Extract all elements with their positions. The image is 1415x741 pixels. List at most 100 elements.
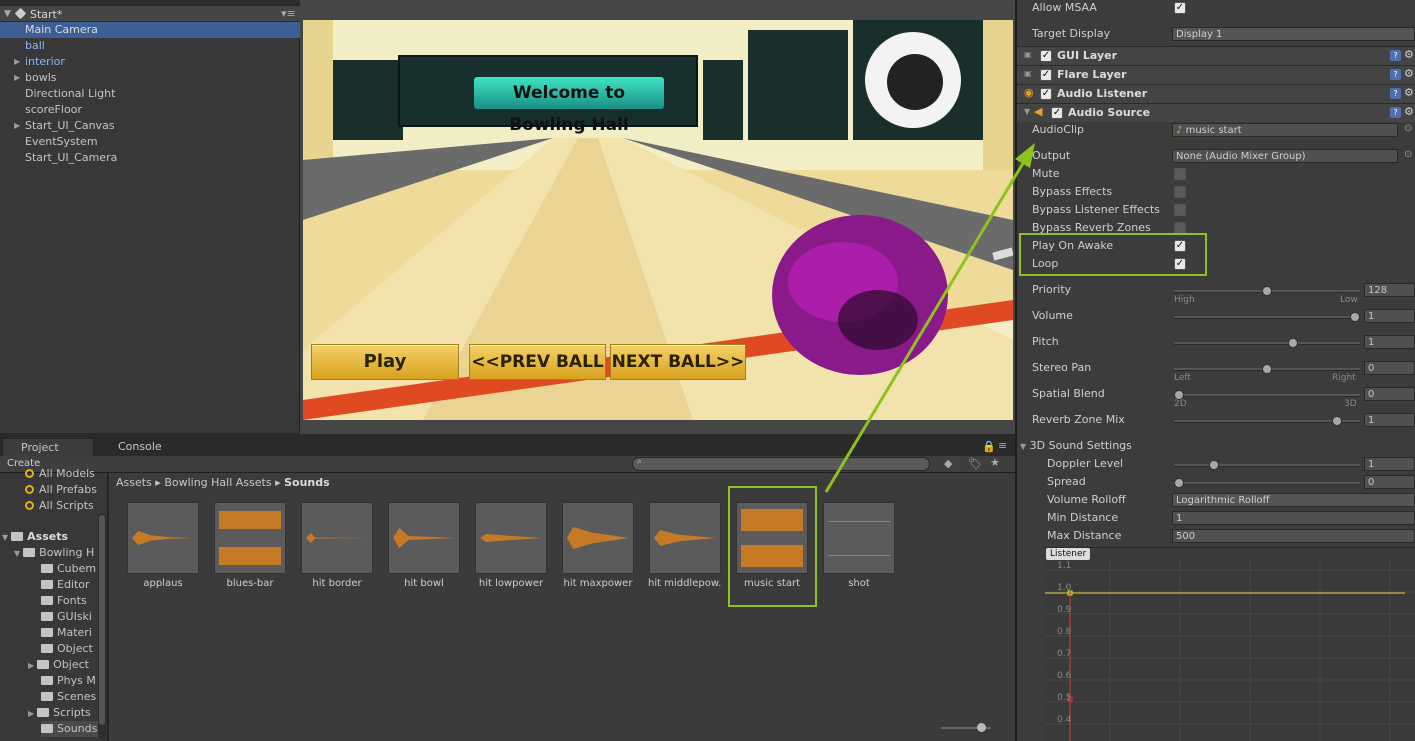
reverb-zone-mix-value-field[interactable]: 1 xyxy=(1364,413,1415,427)
audioclip-field[interactable]: ♪ music start xyxy=(1172,123,1398,137)
stereo-pan-value-field[interactable]: 0 xyxy=(1364,361,1415,375)
tab-project[interactable]: Project xyxy=(2,438,94,456)
target-display-dropdown[interactable]: Display 1 xyxy=(1172,27,1415,41)
asset-blues-bar[interactable]: blues-bar xyxy=(213,502,287,589)
hierarchy-item-eventsystem[interactable]: EventSystem xyxy=(0,134,300,150)
doppler-level-value-field[interactable]: 1 xyxy=(1364,457,1415,471)
foldout-arrow-icon[interactable]: ▼ xyxy=(1024,107,1030,116)
audio-listener-enabled-checkbox[interactable]: ✓ xyxy=(1040,88,1052,100)
hierarchy-item-scorefloor[interactable]: scoreFloor xyxy=(0,102,300,118)
output-field[interactable]: None (Audio Mixer Group) xyxy=(1172,149,1398,163)
rolloff-graph[interactable]: Listener 1.1 1.0 0.9 0.8 0.7 0.6 0.5 0.4 xyxy=(1045,547,1415,741)
asset-hit-maxpower[interactable]: hit maxpower xyxy=(561,502,635,589)
slider-knob[interactable] xyxy=(1350,312,1360,322)
max-distance-field[interactable]: 500 xyxy=(1172,529,1415,543)
asset-applaus[interactable]: applaus xyxy=(126,502,200,589)
foldout-arrow-icon[interactable]: ▼ xyxy=(2,533,8,542)
scene-menu-icon[interactable]: ▾≡ xyxy=(281,7,296,20)
favorite-all-scripts[interactable]: All Scripts xyxy=(25,498,94,514)
stereo-pan-slider[interactable] xyxy=(1174,364,1360,374)
folder-sounds[interactable]: Sounds xyxy=(41,721,98,737)
spatial-blend-slider[interactable] xyxy=(1174,390,1360,400)
folder-editor[interactable]: Editor xyxy=(41,577,98,593)
gear-icon[interactable]: ⚙ xyxy=(1404,48,1414,61)
filter-label-icon[interactable]: 🏷 xyxy=(968,457,982,470)
folder-physics-materials[interactable]: Phys M xyxy=(41,673,98,689)
filter-type-icon[interactable]: ◆ xyxy=(944,457,952,470)
favorite-all-models[interactable]: All Models xyxy=(25,466,95,482)
play-button[interactable]: Play xyxy=(311,344,459,380)
priority-slider[interactable] xyxy=(1174,286,1360,296)
audio-source-enabled-checkbox[interactable]: ✓ xyxy=(1051,107,1063,119)
foldout-arrow-icon[interactable]: ▼ xyxy=(14,549,20,558)
hierarchy-item-directional-light[interactable]: Directional Light xyxy=(0,86,300,102)
scrollbar-thumb[interactable] xyxy=(99,515,105,725)
bypass-listener-effects-checkbox[interactable] xyxy=(1174,204,1186,216)
slider-knob[interactable] xyxy=(1174,478,1184,488)
folder-fonts[interactable]: Fonts xyxy=(41,593,98,609)
foldout-arrow-icon[interactable]: ▶ xyxy=(14,70,20,86)
hierarchy-item-main-camera[interactable]: Main Camera xyxy=(0,22,300,38)
folder-scenes[interactable]: Scenes xyxy=(41,689,98,705)
folder-objects-b[interactable]: ▶ Object xyxy=(28,657,98,673)
asset-hit-lowpower[interactable]: hit lowpower xyxy=(474,502,548,589)
tree-scrollbar[interactable] xyxy=(98,513,106,739)
object-picker-icon[interactable]: ⊙ xyxy=(1404,123,1412,134)
folder-bowling-hall[interactable]: ▼ Bowling H xyxy=(14,545,98,561)
favorite-star-icon[interactable]: ★ xyxy=(990,456,1000,469)
help-icon[interactable]: ? xyxy=(1390,107,1401,118)
slider-knob[interactable] xyxy=(1262,364,1272,374)
hierarchy-item-interior[interactable]: ▶ interior xyxy=(0,54,300,70)
pitch-slider[interactable] xyxy=(1174,338,1360,348)
min-distance-field[interactable]: 1 xyxy=(1172,511,1415,525)
hierarchy-item-start-ui-canvas[interactable]: ▶ Start_UI_Canvas xyxy=(0,118,300,134)
flare-layer-enabled-checkbox[interactable]: ✓ xyxy=(1040,69,1052,81)
prev-ball-button[interactable]: <<PREV BALL xyxy=(469,344,606,380)
foldout-arrow-icon[interactable]: ▶ xyxy=(14,118,20,134)
hierarchy-item-start-ui-camera[interactable]: Start_UI_Camera xyxy=(0,150,300,166)
help-icon[interactable]: ? xyxy=(1390,88,1401,99)
folder-guiskins[interactable]: GUIski xyxy=(41,609,98,625)
object-picker-icon[interactable]: ⊙ xyxy=(1404,149,1412,160)
slider-knob[interactable] xyxy=(977,723,986,732)
volume-rolloff-dropdown[interactable]: Logarithmic Rolloff xyxy=(1172,493,1415,507)
gear-icon[interactable]: ⚙ xyxy=(1404,105,1414,118)
foldout-arrow-icon[interactable]: ▶ xyxy=(28,661,34,670)
foldout-arrow-icon[interactable]: ▶ xyxy=(14,54,20,70)
gear-icon[interactable]: ⚙ xyxy=(1404,67,1414,80)
game-view[interactable]: Welcome to Bowling Hall Play <<PREV BALL… xyxy=(303,20,1013,420)
breadcrumb-item[interactable]: Sounds xyxy=(284,476,330,489)
volume-value-field[interactable]: 1 xyxy=(1364,309,1415,323)
next-ball-button[interactable]: NEXT BALL>> xyxy=(610,344,746,380)
panel-menu-icon[interactable]: ≡ xyxy=(998,439,1007,452)
folder-materials[interactable]: Materi xyxy=(41,625,98,641)
folder-objects-a[interactable]: Object xyxy=(41,641,98,657)
component-flare-layer[interactable]: ▣ ✓ Flare Layer ? ⚙ xyxy=(1017,65,1415,84)
volume-slider[interactable] xyxy=(1174,312,1360,322)
slider-knob[interactable] xyxy=(1262,286,1272,296)
hierarchy-item-ball[interactable]: ball xyxy=(0,38,300,54)
spread-value-field[interactable]: 0 xyxy=(1364,475,1415,489)
allow-msaa-checkbox[interactable]: ✓ xyxy=(1174,2,1186,14)
mute-checkbox[interactable] xyxy=(1174,168,1186,180)
hierarchy-item-bowls[interactable]: ▶ bowls xyxy=(0,70,300,86)
scene-foldout-icon[interactable]: ▼ xyxy=(4,9,11,19)
component-gui-layer[interactable]: ▣ ✓ GUI Layer ? ⚙ xyxy=(1017,46,1415,65)
project-search-input[interactable]: ⌕ xyxy=(632,457,930,471)
gui-layer-enabled-checkbox[interactable]: ✓ xyxy=(1040,50,1052,62)
gear-icon[interactable]: ⚙ xyxy=(1404,86,1414,99)
pitch-value-field[interactable]: 1 xyxy=(1364,335,1415,349)
reverb-zone-mix-slider[interactable] xyxy=(1174,416,1360,426)
priority-value-field[interactable]: 128 xyxy=(1364,283,1415,297)
sound-3d-header[interactable]: ▼ 3D Sound Settings xyxy=(1020,438,1132,454)
thumbnail-size-slider[interactable] xyxy=(941,723,991,732)
foldout-arrow-icon[interactable]: ▼ xyxy=(1020,442,1026,451)
scene-header[interactable]: ▼ Start* ▾≡ xyxy=(0,6,300,22)
assets-root[interactable]: ▼ Assets xyxy=(2,529,68,545)
component-audio-source[interactable]: ▼ ◀ ✓ Audio Source ? ⚙ xyxy=(1017,103,1415,122)
asset-hit-middlepower[interactable]: hit middlepow... xyxy=(648,502,722,589)
breadcrumb-item[interactable]: Bowling Hall Assets xyxy=(164,476,271,489)
folder-cubemaps[interactable]: Cubem xyxy=(41,561,98,577)
help-icon[interactable]: ? xyxy=(1390,50,1401,61)
breadcrumb-item[interactable]: Assets xyxy=(116,476,152,489)
